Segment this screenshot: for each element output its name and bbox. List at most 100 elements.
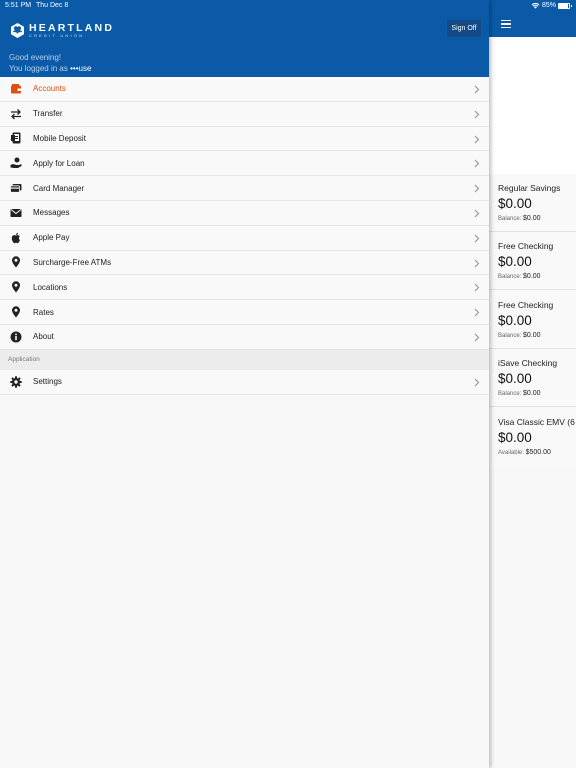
chevron-right-icon [474, 159, 480, 168]
account-balance: Balance: $0.00 [498, 390, 541, 397]
transfer-arrows-icon [10, 108, 22, 120]
menu-item-label: Mobile Deposit [33, 133, 86, 143]
battery-fill [559, 3, 568, 8]
menu-item-label: Settings [33, 377, 62, 387]
envelope-icon [10, 207, 22, 219]
menu-item-label: Card Manager [33, 183, 85, 193]
logo-text: HEARTLAND CREDIT UNION [29, 23, 114, 38]
chevron-right-icon [474, 308, 480, 317]
menu-item-label: Accounts [33, 84, 66, 94]
card-icon [10, 182, 22, 194]
balance-value: $500.00 [525, 449, 551, 456]
account-name: iSave Checking [498, 358, 558, 368]
balance-label: Available: [498, 450, 524, 456]
account-balance: Available: $500.00 [498, 449, 551, 456]
menu-item-apple-pay[interactable]: Apple Pay [0, 225, 489, 251]
account-name: Free Checking [498, 241, 554, 251]
menu-item-transfer[interactable]: Transfer [0, 101, 489, 127]
account-balance: Balance: $0.00 [498, 332, 541, 339]
status-date: Thu Dec 8 [36, 2, 69, 9]
balance-value: $0.00 [523, 273, 541, 280]
greeting-block: Good evening! You logged in as •••use [9, 52, 91, 74]
account-amount: $0.00 [498, 371, 532, 386]
chevron-right-icon [474, 333, 480, 342]
chevron-right-icon [474, 209, 480, 218]
menu-item-label: Messages [33, 208, 70, 218]
account-name: Visa Classic EMV (6 [498, 417, 575, 427]
menu-item-card-manager[interactable]: Card Manager [0, 176, 489, 201]
menu-item-label: Surcharge-Free ATMs [33, 257, 112, 267]
map-pin-icon [10, 256, 22, 268]
menu-item-apply-for-loan[interactable]: Apply for Loan [0, 151, 489, 177]
account-amount: $0.00 [498, 254, 532, 269]
wifi-icon [531, 2, 540, 9]
menu-item-label: Apple Pay [33, 233, 70, 243]
greeting-text: Good evening! [9, 53, 62, 62]
menu-item-label: About [33, 332, 54, 342]
balance-label: Balance: [498, 333, 522, 339]
main-summary-area [489, 37, 576, 174]
apple-icon [10, 232, 22, 244]
menu-list: Accounts Transfer Mobile Deposit Apply f… [0, 77, 489, 395]
account-card[interactable]: Free Checking $0.00 Balance: $0.00 [489, 291, 576, 349]
account-amount: $0.00 [498, 196, 532, 211]
info-icon [10, 331, 22, 343]
map-pin-icon [10, 306, 22, 318]
account-name: Regular Savings [498, 183, 561, 193]
menu-item-rates[interactable]: Rates [0, 300, 489, 325]
balance-value: $0.00 [523, 332, 541, 339]
status-right: 85% [531, 2, 572, 9]
chevron-right-icon [474, 378, 480, 387]
chevron-right-icon [474, 259, 480, 268]
account-name: Free Checking [498, 300, 554, 310]
sign-off-button[interactable]: Sign Off [447, 20, 481, 37]
menu-item-label: Apply for Loan [33, 158, 85, 168]
mobile-deposit-icon [10, 132, 22, 144]
brand-name: HEARTLAND [29, 22, 115, 34]
heartland-logo: HEARTLAND CREDIT UNION [10, 23, 114, 38]
account-balance: Balance: $0.00 [498, 215, 541, 222]
wallet-icon [10, 83, 22, 95]
account-card[interactable]: iSave Checking $0.00 Balance: $0.00 [489, 349, 576, 407]
account-card[interactable]: Free Checking $0.00 Balance: $0.00 [489, 232, 576, 290]
menu-item-about[interactable]: About [0, 324, 489, 350]
loan-hand-icon [10, 157, 22, 169]
account-card[interactable]: Visa Classic EMV (6 $0.00 Available: $50… [489, 408, 576, 466]
side-menu: HEARTLAND CREDIT UNION Sign Off Good eve… [0, 0, 489, 768]
accounts-panel: Regular Savings $0.00 Balance: $0.00 Fre… [489, 0, 576, 768]
hamburger-menu-icon[interactable] [501, 20, 511, 28]
balance-value: $0.00 [523, 390, 541, 397]
chevron-right-icon [474, 85, 480, 94]
battery-icon [558, 2, 572, 9]
chevron-right-icon [474, 110, 480, 119]
menu-item-label: Locations [33, 282, 68, 292]
status-bar: 5:51 PM Thu Dec 8 85% [0, 0, 576, 12]
section-header-application: Application [0, 349, 489, 370]
battery-percent: 85% [541, 2, 556, 9]
chevron-right-icon [474, 283, 480, 292]
logged-in-prefix: You logged in as [9, 64, 68, 73]
chevron-right-icon [474, 135, 480, 144]
logo-mark-icon [11, 23, 24, 38]
balance-value: $0.00 [523, 215, 541, 222]
menu-item-locations[interactable]: Locations [0, 275, 489, 301]
account-card[interactable]: Regular Savings $0.00 Balance: $0.00 [489, 174, 576, 232]
account-balance: Balance: $0.00 [498, 273, 541, 280]
map-pin-icon [10, 281, 22, 293]
chevron-right-icon [474, 234, 480, 243]
username: •••use [70, 64, 92, 73]
gear-icon [10, 375, 22, 388]
menu-item-label: Rates [33, 307, 54, 317]
balance-label: Balance: [498, 274, 522, 280]
balance-label: Balance: [498, 391, 522, 397]
menu-item-settings[interactable]: Settings [0, 369, 489, 395]
menu-item-accounts[interactable]: Accounts [0, 77, 489, 102]
menu-item-messages[interactable]: Messages [0, 200, 489, 226]
account-amount: $0.00 [498, 430, 532, 445]
menu-item-label: Transfer [33, 109, 63, 119]
status-time: 5:51 PM [5, 2, 32, 9]
logged-in-line: You logged in as •••use [9, 63, 91, 74]
menu-item-mobile-deposit[interactable]: Mobile Deposit [0, 126, 489, 152]
menu-item-surcharge-free-atms[interactable]: Surcharge-Free ATMs [0, 250, 489, 276]
balance-label: Balance: [498, 216, 522, 222]
